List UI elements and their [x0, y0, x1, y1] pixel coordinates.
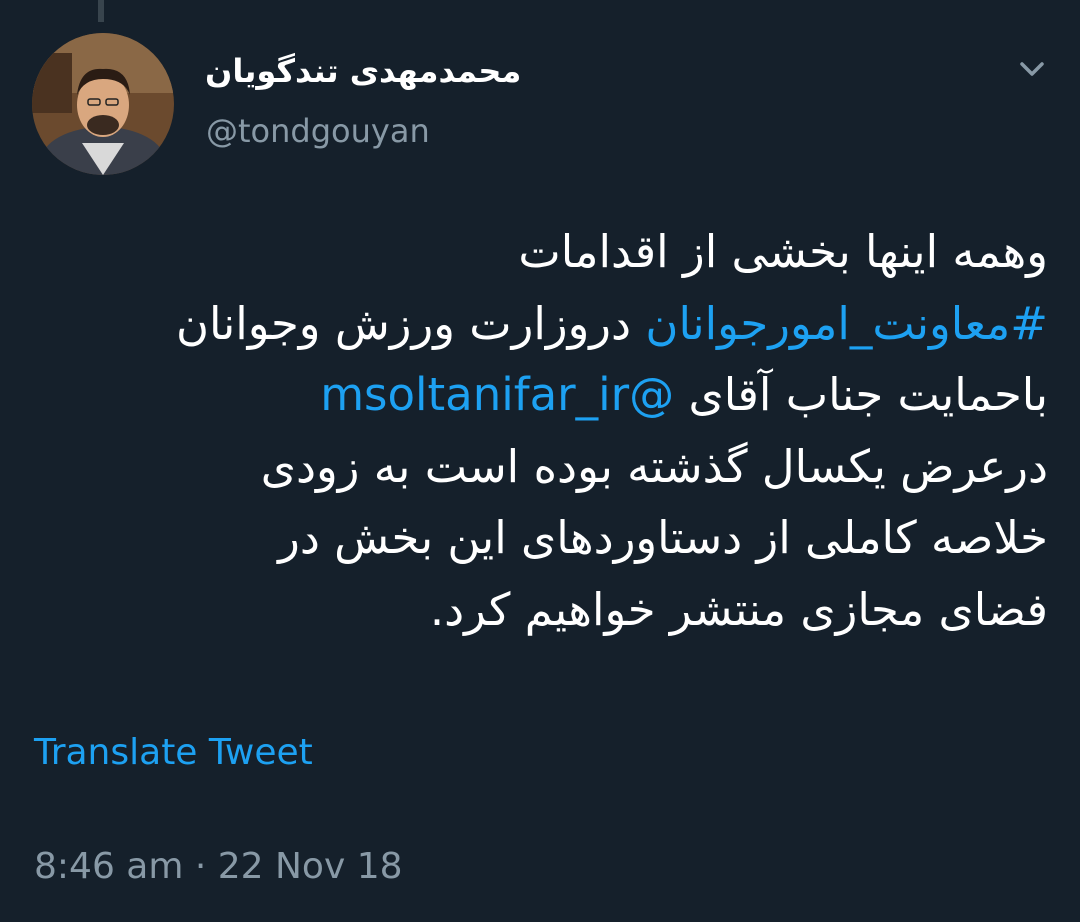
mention-link[interactable]: @msoltanifar_ir — [320, 368, 674, 421]
tweet-text: وهمه اینها بخشی از اقدامات #معاونت_امورج… — [32, 216, 1048, 645]
thread-connector-line — [98, 0, 104, 22]
tweet-line: وهمه اینها بخشی از اقدامات — [518, 225, 1048, 278]
chevron-down-icon[interactable] — [1012, 54, 1052, 84]
tweet-line: باحمایت جناب آقای @msoltanifar_ir — [32, 359, 1048, 431]
author-handle[interactable]: @tondgouyan — [206, 112, 430, 150]
tweet-line: فضای مجازی منتشر خواهیم کرد. — [429, 582, 1048, 636]
tweet-line-text: دروزارت ورزش وجوانان — [175, 296, 646, 350]
avatar[interactable] — [32, 33, 174, 175]
translate-tweet-link[interactable]: Translate Tweet — [34, 732, 313, 773]
author-display-name[interactable]: محمدمهدی تندگویان — [205, 52, 521, 90]
hashtag-link[interactable]: #معاونت_امورجوانان — [645, 297, 1048, 350]
tweet-line: خلاصه کاملی از دستاوردهای این بخش در — [278, 511, 1048, 564]
tweet-timestamp: 8:46 am · 22 Nov 18 — [34, 846, 403, 887]
tweet-line: #معاونت_امورجوانان دروزارت ورزش وجوانان — [32, 288, 1048, 360]
tweet-line-text: باحمایت جناب آقای — [674, 368, 1048, 421]
tweet-line: درعرض یکسال گذشته بوده است به زودی — [260, 439, 1048, 493]
